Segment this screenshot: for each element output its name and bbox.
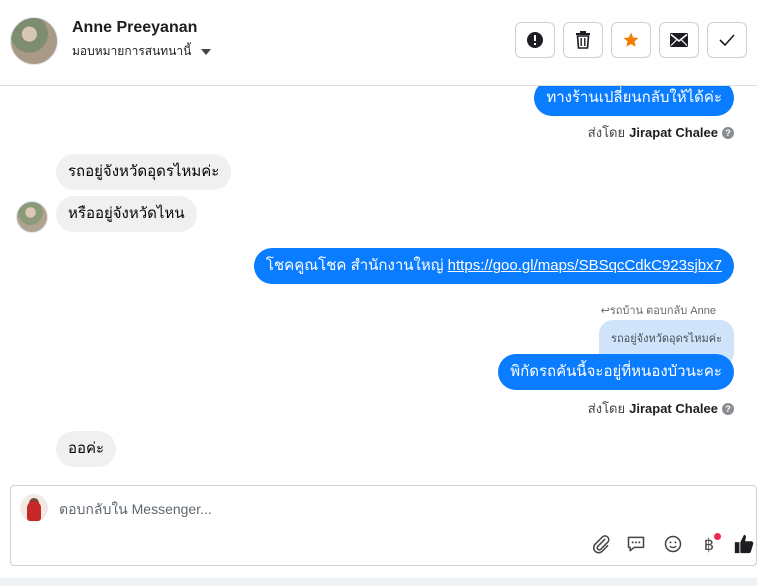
mark-unread-button[interactable] [659,22,699,58]
conversation-header: Anne Preeyanan มอบหมายการสนทนานี้ [0,0,757,86]
contact-avatar[interactable] [10,17,58,65]
help-icon[interactable]: ? [722,126,734,139]
baht-icon: ฿ [703,534,715,554]
map-link[interactable]: https://goo.gl/maps/SBSqcCdkC923sjbx7 [448,257,722,274]
help-icon[interactable]: ? [722,402,734,415]
star-icon [623,32,639,47]
sent-by-line: ส่งโดย Jirapat Chalee ? [588,122,734,143]
smiley-icon [664,535,682,553]
page-avatar [20,494,48,522]
mark-done-button[interactable] [707,22,747,58]
assign-label: มอบหมายการสนทนานี้ [72,44,192,58]
sent-by-label: ส่งโดย [587,125,626,140]
chat-bubble-icon [627,536,645,552]
contact-avatar-small [16,201,48,233]
paperclip-icon [592,535,610,554]
like-button[interactable] [731,531,757,557]
message-incoming[interactable]: รถอยู่จังหวัดอุดรไหมค่ะ [56,154,232,190]
contact-name[interactable]: Anne Preeyanan [72,19,197,37]
attach-button[interactable] [588,531,614,557]
footer-strip [0,578,757,586]
assign-conversation-dropdown[interactable]: มอบหมายการสนทนานี้ [72,42,212,61]
message-outgoing[interactable]: ทางร้านเปลี่ยนกลับให้ได้ค่ะ [534,86,734,116]
reply-composer: ฿ [10,485,757,566]
trash-icon [576,31,590,49]
thumbs-up-icon [734,534,754,554]
agent-name: Jirapat Chalee [629,401,718,416]
check-icon [719,34,735,46]
envelope-icon [670,33,688,47]
agent-name: Jirapat Chalee [629,125,718,140]
reply-input[interactable] [59,498,619,520]
sent-by-label: ส่งโดย [587,401,626,416]
message-thread[interactable]: ทางร้านเปลี่ยนกลับให้ได้ค่ะ ส่งโดย Jirap… [0,86,757,480]
delete-button[interactable] [563,22,603,58]
saved-replies-button[interactable] [623,531,649,557]
message-incoming[interactable]: หรืออยู่จังหวัดไหน [56,196,197,232]
caret-down-icon [201,48,212,55]
message-outgoing-link[interactable]: โชคคูณโชค สำนักงานใหญ่ https://goo.gl/ma… [253,248,734,284]
sent-by-line: ส่งโดย Jirapat Chalee ? [588,398,734,419]
star-button[interactable] [611,22,651,58]
payment-button[interactable]: ฿ [696,531,722,557]
message-outgoing[interactable]: พิกัดรถคันนี้จะอยู่ที่หนองบัวนะคะ [498,354,734,390]
message-text: โชคคูณโชค สำนักงานใหญ่ [265,257,448,274]
report-button[interactable] [515,22,555,58]
message-incoming[interactable]: ออค่ะ [56,431,117,467]
emoji-button[interactable] [660,531,686,557]
exclamation-icon [527,32,543,48]
notification-dot [714,533,721,540]
reply-note: ↩รถบ้าน ตอบกลับ Anne [600,305,716,317]
